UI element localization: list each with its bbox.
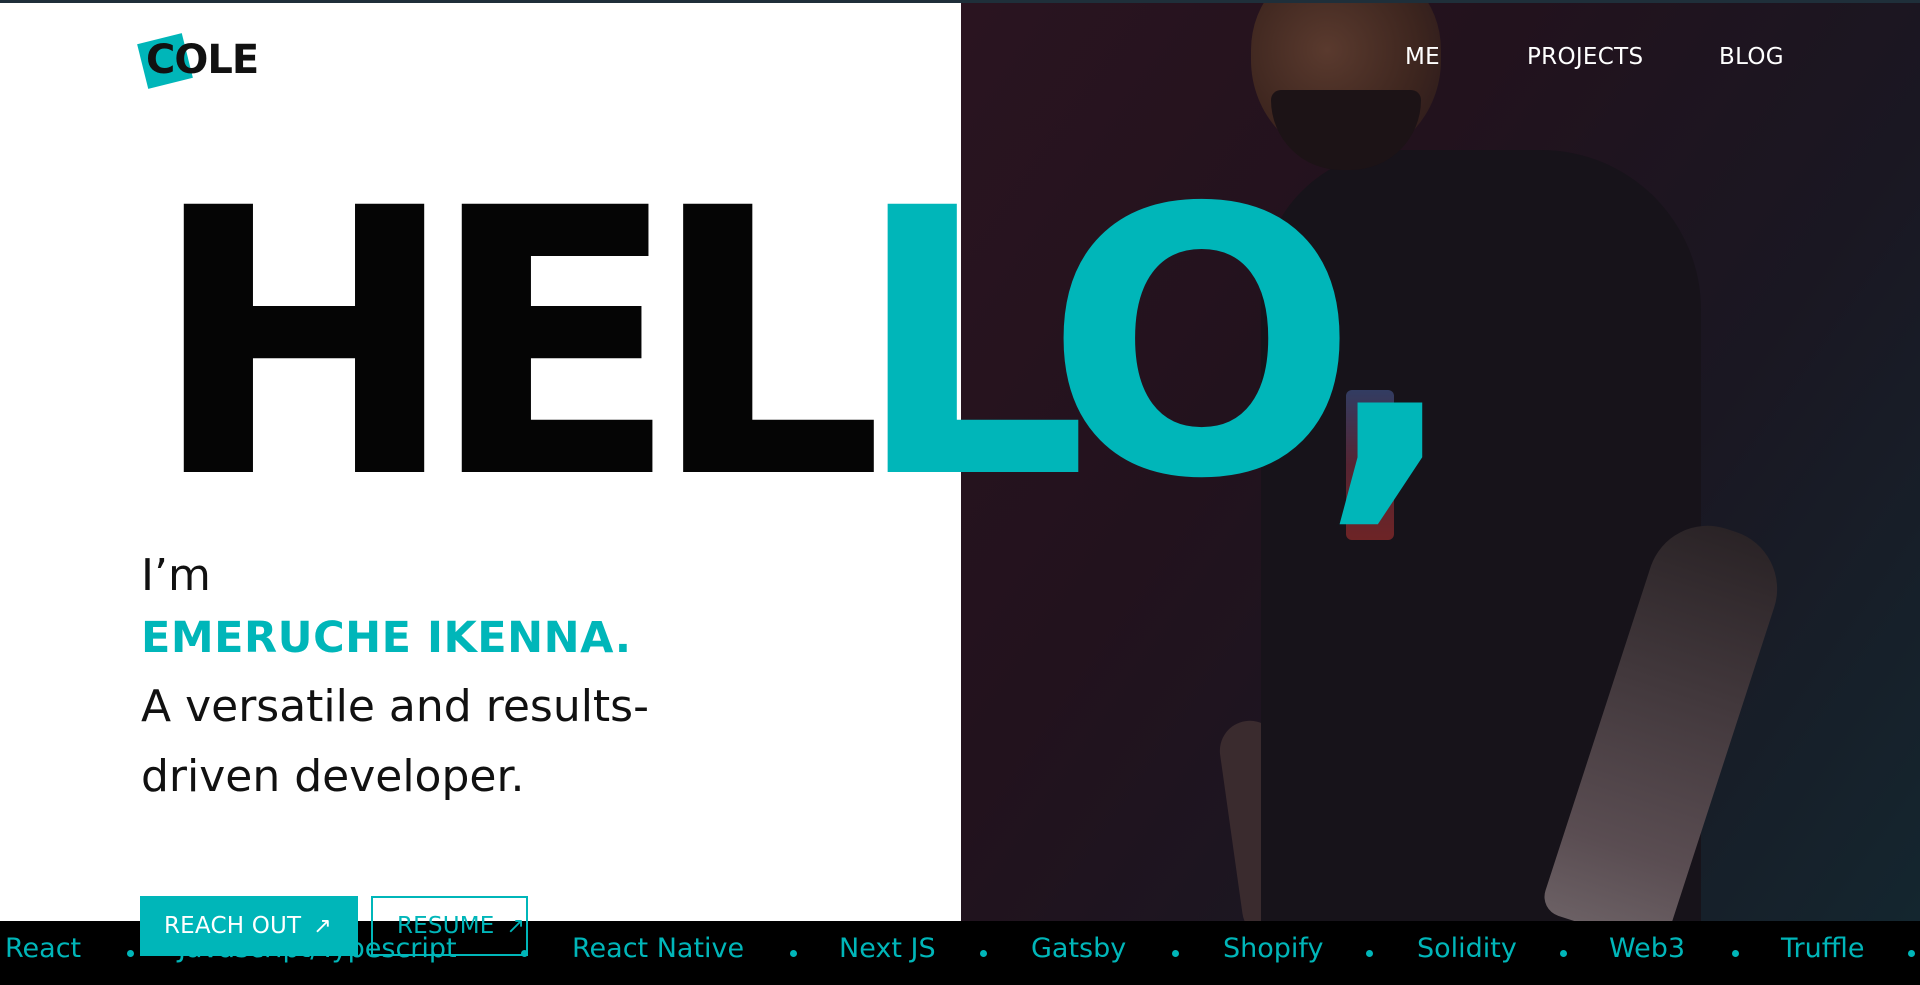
- ticker-item-shopify: Shopify: [1223, 933, 1324, 964]
- resume-button[interactable]: RESUME ↗: [371, 896, 528, 956]
- ticker-item-web3: Web3: [1609, 933, 1686, 964]
- nav-item-me[interactable]: ME: [1405, 44, 1440, 70]
- intro-prefix: I’m: [141, 550, 211, 601]
- resume-label: RESUME: [397, 913, 495, 939]
- ticker-item-react: React: [5, 933, 82, 964]
- hello-dark-part: HEL: [150, 130, 884, 559]
- arrow-up-right-icon: ↗: [506, 913, 526, 939]
- developer-name: EMERUCHE IKENNA.: [141, 613, 632, 663]
- ticker-item-solidity: Solidity: [1417, 933, 1517, 964]
- ticker-dot: [980, 950, 987, 957]
- logo-text: COLE: [146, 37, 259, 83]
- ticker-dot: [1732, 950, 1739, 957]
- logo[interactable]: COLE: [137, 30, 270, 89]
- developer-tagline: A versatile and results-driven developer…: [141, 681, 649, 802]
- nav-item-blog[interactable]: BLOG: [1719, 44, 1784, 70]
- ticker-item-truffle: Truffle: [1781, 933, 1865, 964]
- ticker-dot: [790, 950, 797, 957]
- ticker-dot: [1908, 950, 1915, 957]
- reach-out-label: REACH OUT: [164, 913, 302, 939]
- ticker-item-gatsby: Gatsby: [1031, 933, 1127, 964]
- ticker-item-next-js: Next JS: [839, 933, 936, 964]
- top-border-line: [0, 0, 1920, 3]
- ticker-item-react-native: React Native: [572, 933, 745, 964]
- hello-teal-part: LO,: [853, 130, 1460, 559]
- ticker-dot: [1172, 950, 1179, 957]
- ticker-dot: [127, 950, 134, 957]
- reach-out-button[interactable]: REACH OUT ↗: [140, 896, 358, 956]
- arrow-up-right-icon: ↗: [313, 913, 332, 939]
- nav-item-projects[interactable]: PROJECTS: [1527, 44, 1643, 70]
- hero-hello-heading: HELLO,: [150, 160, 1460, 550]
- ticker-dot: [1560, 950, 1567, 957]
- ticker-dot: [1366, 950, 1373, 957]
- hero-intro: I’m EMERUCHE IKENNA. A versatile and res…: [141, 548, 841, 812]
